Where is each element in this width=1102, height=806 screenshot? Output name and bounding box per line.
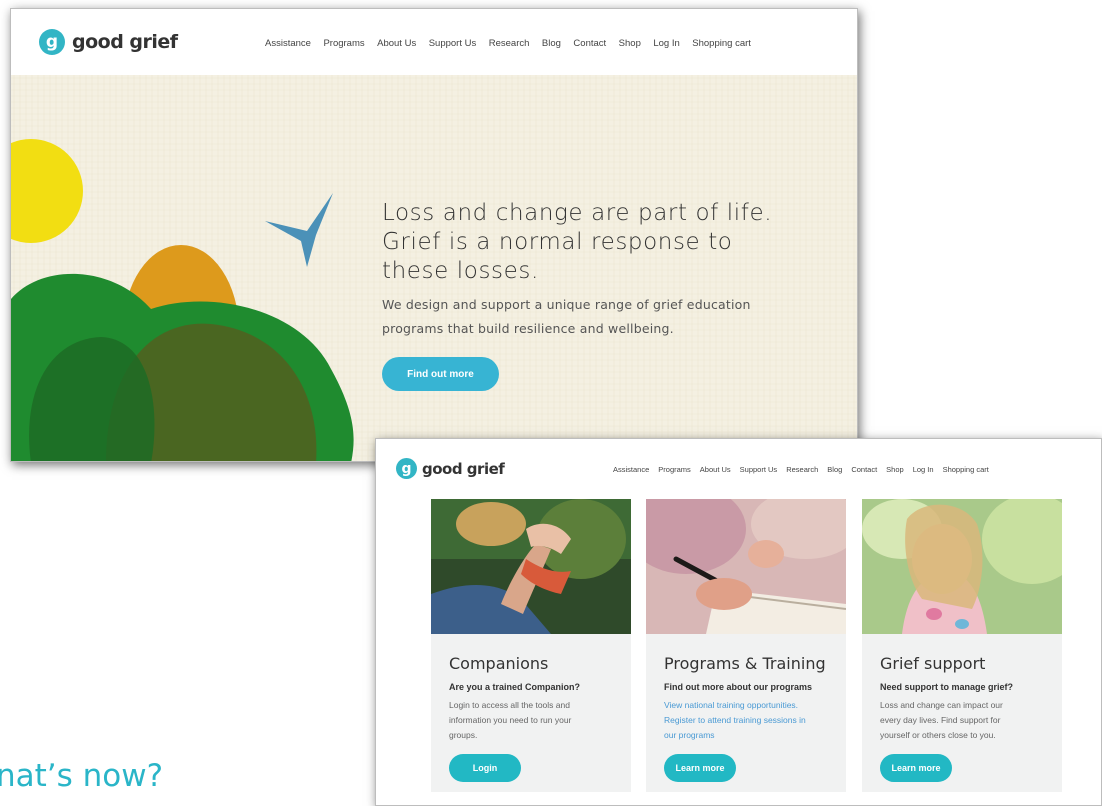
main-navigation: Assistance Programs About Us Support Us Rese… [265, 38, 751, 49]
card-description-line: Loss and change can impact our [880, 700, 1003, 710]
register-training-link[interactable]: our programs [664, 730, 715, 740]
writing-photo [646, 499, 846, 634]
hero-heading: Loss and change are part of life. Grief … [382, 199, 822, 286]
card-subtitle: Need support to manage grief? [880, 682, 1014, 692]
nav-item-about-us[interactable]: About Us [700, 465, 731, 474]
card-programs-training: Programs & Training Find out more about … [646, 499, 846, 792]
nav-item-support-us[interactable]: Support Us [740, 465, 778, 474]
homepage-hero-screenshot: g good grief Assistance Programs About Us S… [10, 8, 858, 462]
nav-item-shopping-cart[interactable]: Shopping cart [943, 465, 989, 474]
nav-item-blog[interactable]: Blog [827, 465, 842, 474]
training-opportunities-link[interactable]: View national training opportunities. [664, 700, 798, 710]
hands-photo [431, 499, 631, 634]
card-description: Loss and change can impact our every day… [880, 698, 1048, 743]
card-subtitle: Are you a trained Companion? [449, 682, 581, 692]
card-description-line: information you need to run your [449, 715, 572, 725]
nav-item-about-us[interactable]: About Us [377, 38, 416, 49]
card-title: Grief support [880, 654, 986, 673]
hero-description-line: programs that build resilience and wellb… [382, 321, 674, 336]
find-out-more-button[interactable]: Find out more [382, 357, 499, 391]
nav-item-assistance[interactable]: Assistance [265, 38, 311, 49]
card-title: Companions [449, 654, 549, 673]
card-description-line: Login to access all the tools and [449, 700, 570, 710]
nav-item-shop[interactable]: Shop [886, 465, 904, 474]
learn-more-button[interactable]: Learn more [664, 754, 736, 782]
site-header: g good grief Assistance Programs About Us S… [11, 9, 857, 75]
card-grief-support: Grief support Need support to manage gri… [862, 499, 1062, 792]
hero-heading-line: Loss and change are part of life. [382, 200, 773, 226]
hero-text-block: Loss and change are part of life. Grief … [382, 199, 822, 341]
site-logo[interactable]: g good grief [39, 29, 178, 55]
nav-item-log-in[interactable]: Log In [913, 465, 934, 474]
login-button[interactable]: Login [449, 754, 521, 782]
homepage-cards-screenshot: g good grief Assistance Programs About Us S… [375, 438, 1102, 806]
nav-item-log-in[interactable]: Log In [653, 38, 679, 49]
card-description: Login to access all the tools and inform… [449, 698, 617, 743]
card-subtitle: Find out more about our programs [664, 682, 812, 692]
logo-wordmark: good grief [422, 459, 505, 478]
nav-item-support-us[interactable]: Support Us [429, 38, 477, 49]
hero-description-line: We design and support a unique range of … [382, 297, 751, 312]
nav-item-programs[interactable]: Programs [658, 465, 691, 474]
logo-badge: g [396, 458, 417, 479]
nav-item-assistance[interactable]: Assistance [613, 465, 649, 474]
card-description-line: yourself or others close to you. [880, 730, 996, 740]
logo-badge: g [39, 29, 65, 55]
slide-heading: nat’s now? [0, 758, 164, 794]
nav-item-contact[interactable]: Contact [573, 38, 606, 49]
girl-photo [862, 499, 1062, 634]
nav-item-blog[interactable]: Blog [542, 38, 561, 49]
hero-heading-line: Grief is a normal response to [382, 229, 733, 255]
main-navigation: Assistance Programs About Us Support Us Rese… [613, 465, 989, 474]
card-description[interactable]: View national training opportunities. Re… [664, 698, 832, 743]
card-companions: Companions Are you a trained Companion? … [431, 499, 631, 792]
nav-item-research[interactable]: Research [489, 38, 530, 49]
nav-item-research[interactable]: Research [786, 465, 818, 474]
register-training-link[interactable]: Register to attend training sessions in [664, 715, 806, 725]
card-description-line: every day lives. Find support for [880, 715, 1001, 725]
nav-item-shopping-cart[interactable]: Shopping cart [692, 38, 751, 49]
nav-item-contact[interactable]: Contact [851, 465, 877, 474]
card-image [431, 499, 631, 634]
card-description-line: groups. [449, 730, 478, 740]
logo-wordmark: good grief [72, 31, 178, 53]
card-image [646, 499, 846, 634]
learn-more-button[interactable]: Learn more [880, 754, 952, 782]
card-title: Programs & Training [664, 654, 826, 673]
hero-heading-line: these losses. [382, 258, 539, 284]
nav-item-shop[interactable]: Shop [619, 38, 641, 49]
hero-description: We design and support a unique range of … [382, 293, 822, 341]
card-image [862, 499, 1062, 634]
nav-item-programs[interactable]: Programs [323, 38, 364, 49]
site-logo[interactable]: g good grief [396, 458, 505, 479]
